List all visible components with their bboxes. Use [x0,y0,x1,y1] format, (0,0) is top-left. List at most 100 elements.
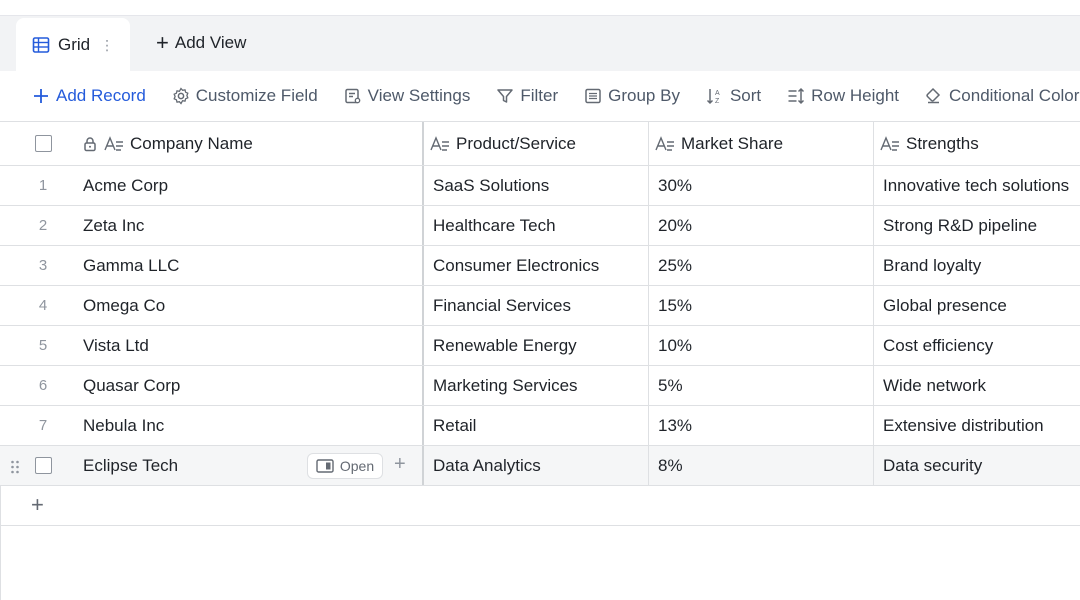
grid-view-icon [32,37,50,53]
cell-share[interactable]: 30% [658,166,870,205]
column-divider [873,446,874,485]
cell-strengths[interactable]: Innovative tech solutions [883,166,1080,205]
cell-strengths[interactable]: Global presence [883,286,1080,325]
column-divider [873,286,874,325]
cell-product[interactable]: Data Analytics [433,446,645,485]
column-divider [648,166,649,205]
column-divider [648,206,649,245]
add-record-label: Add Record [56,86,146,105]
select-all-checkbox[interactable] [35,135,52,152]
cell-company[interactable]: Eclipse Tech [83,446,303,485]
table-row[interactable]: 3 Gamma LLC Consumer Electronics 25% Bra… [0,246,1080,286]
lock-icon [84,136,96,151]
column-divider [873,326,874,365]
cell-product[interactable]: Consumer Electronics [433,246,645,285]
row-number: 4 [38,297,48,314]
table-row[interactable]: 1 Acme Corp SaaS Solutions 30% Innovativ… [0,166,1080,206]
cell-share[interactable]: 20% [658,206,870,245]
add-view-button[interactable]: + Add View [156,32,246,54]
text-field-icon [430,135,449,151]
table-row[interactable]: 6 Quasar Corp Marketing Services 5% Wide… [0,366,1080,406]
cell-company[interactable]: Quasar Corp [83,366,413,405]
cell-product[interactable]: SaaS Solutions [433,166,645,205]
header-row: Company Name Product/Service Market Shar… [0,122,1080,166]
table-row[interactable]: 2 Zeta Inc Healthcare Tech 20% Strong R&… [0,206,1080,246]
column-header-product[interactable]: Product/Service [430,122,645,165]
column-header-label: Product/Service [456,133,576,153]
column-header-label: Strengths [906,133,979,153]
cell-share[interactable]: 13% [658,406,870,445]
group-by-icon [585,88,601,104]
table-row[interactable]: 4 Omega Co Financial Services 15% Global… [0,286,1080,326]
column-header-company[interactable]: Company Name [82,122,420,165]
column-divider [873,246,874,285]
cell-company[interactable]: Acme Corp [83,166,413,205]
table-row[interactable]: 7 Nebula Inc Retail 13% Extensive distri… [0,406,1080,446]
row-height-button[interactable]: Row Height [787,86,899,106]
cell-strengths[interactable]: Wide network [883,366,1080,405]
cell-product[interactable]: Healthcare Tech [433,206,645,245]
more-vertical-icon[interactable]: ⋮ [100,38,114,52]
column-divider [873,206,874,245]
cell-share[interactable]: 10% [658,326,870,365]
row-height-icon [788,87,805,105]
sort-button[interactable]: AZ Sort [706,86,761,106]
cell-company[interactable]: Omega Co [83,286,413,325]
cell-company[interactable]: Zeta Inc [83,206,413,245]
cell-company[interactable]: Gamma LLC [83,246,413,285]
cell-product[interactable]: Financial Services [433,286,645,325]
table-row[interactable]: 5 Vista Ltd Renewable Energy 10% Cost ef… [0,326,1080,366]
cell-strengths[interactable]: Strong R&D pipeline [883,206,1080,245]
sort-icon: AZ [706,89,720,105]
cell-company[interactable]: Vista Ltd [83,326,413,365]
group-by-button[interactable]: Group By [584,86,680,106]
filter-label: Filter [520,86,559,105]
frozen-column-divider [422,286,424,325]
cell-strengths[interactable]: Cost efficiency [883,326,1080,365]
cell-company[interactable]: Nebula Inc [83,406,413,445]
frozen-column-divider[interactable] [422,122,424,165]
cell-share[interactable]: 8% [658,446,870,485]
conditional-color-button[interactable]: Conditional Color [925,86,1079,106]
column-header-share[interactable]: Market Share [655,122,870,165]
column-divider[interactable] [873,122,874,165]
view-settings-button[interactable]: View Settings [344,86,471,106]
cell-product[interactable]: Marketing Services [433,366,645,405]
table-row-hovered[interactable]: Eclipse Tech Open + Data Analytics 8% Da… [0,446,1080,486]
cell-product[interactable]: Retail [433,406,645,445]
text-field-icon [104,135,123,151]
filter-button[interactable]: Filter [496,86,558,106]
open-record-button[interactable]: Open [307,453,383,479]
column-divider [873,366,874,405]
column-divider[interactable] [648,122,649,165]
customize-field-button[interactable]: Customize Field [172,86,318,106]
frozen-column-divider [422,206,424,245]
add-row-button[interactable]: + [0,486,1080,526]
cell-product[interactable]: Renewable Energy [433,326,645,365]
customize-field-label: Customize Field [195,86,318,105]
view-settings-label: View Settings [367,86,471,105]
row-checkbox[interactable] [35,457,52,474]
column-divider [648,286,649,325]
drag-handle-icon[interactable] [10,459,20,475]
frozen-column-divider [422,406,424,445]
column-divider [648,446,649,485]
column-divider [648,326,649,365]
column-header-strengths[interactable]: Strengths [880,122,1080,165]
cell-share[interactable]: 15% [658,286,870,325]
row-number: 1 [38,177,48,194]
cell-share[interactable]: 5% [658,366,870,405]
add-record-button[interactable]: Add Record [32,86,146,106]
row-number: 7 [38,417,48,434]
plus-icon[interactable]: + [394,454,406,474]
conditional-color-label: Conditional Color [949,86,1080,105]
cell-strengths[interactable]: Brand loyalty [883,246,1080,285]
frozen-column-divider [422,246,424,285]
cell-strengths[interactable]: Data security [883,446,1080,485]
cell-share[interactable]: 25% [658,246,870,285]
row-height-label: Row Height [811,86,900,105]
data-grid: Company Name Product/Service Market Shar… [0,121,1080,486]
cell-strengths[interactable]: Extensive distribution [883,406,1080,445]
tab-grid[interactable]: Grid ⋮ [16,18,130,72]
frozen-column-divider [422,366,424,405]
